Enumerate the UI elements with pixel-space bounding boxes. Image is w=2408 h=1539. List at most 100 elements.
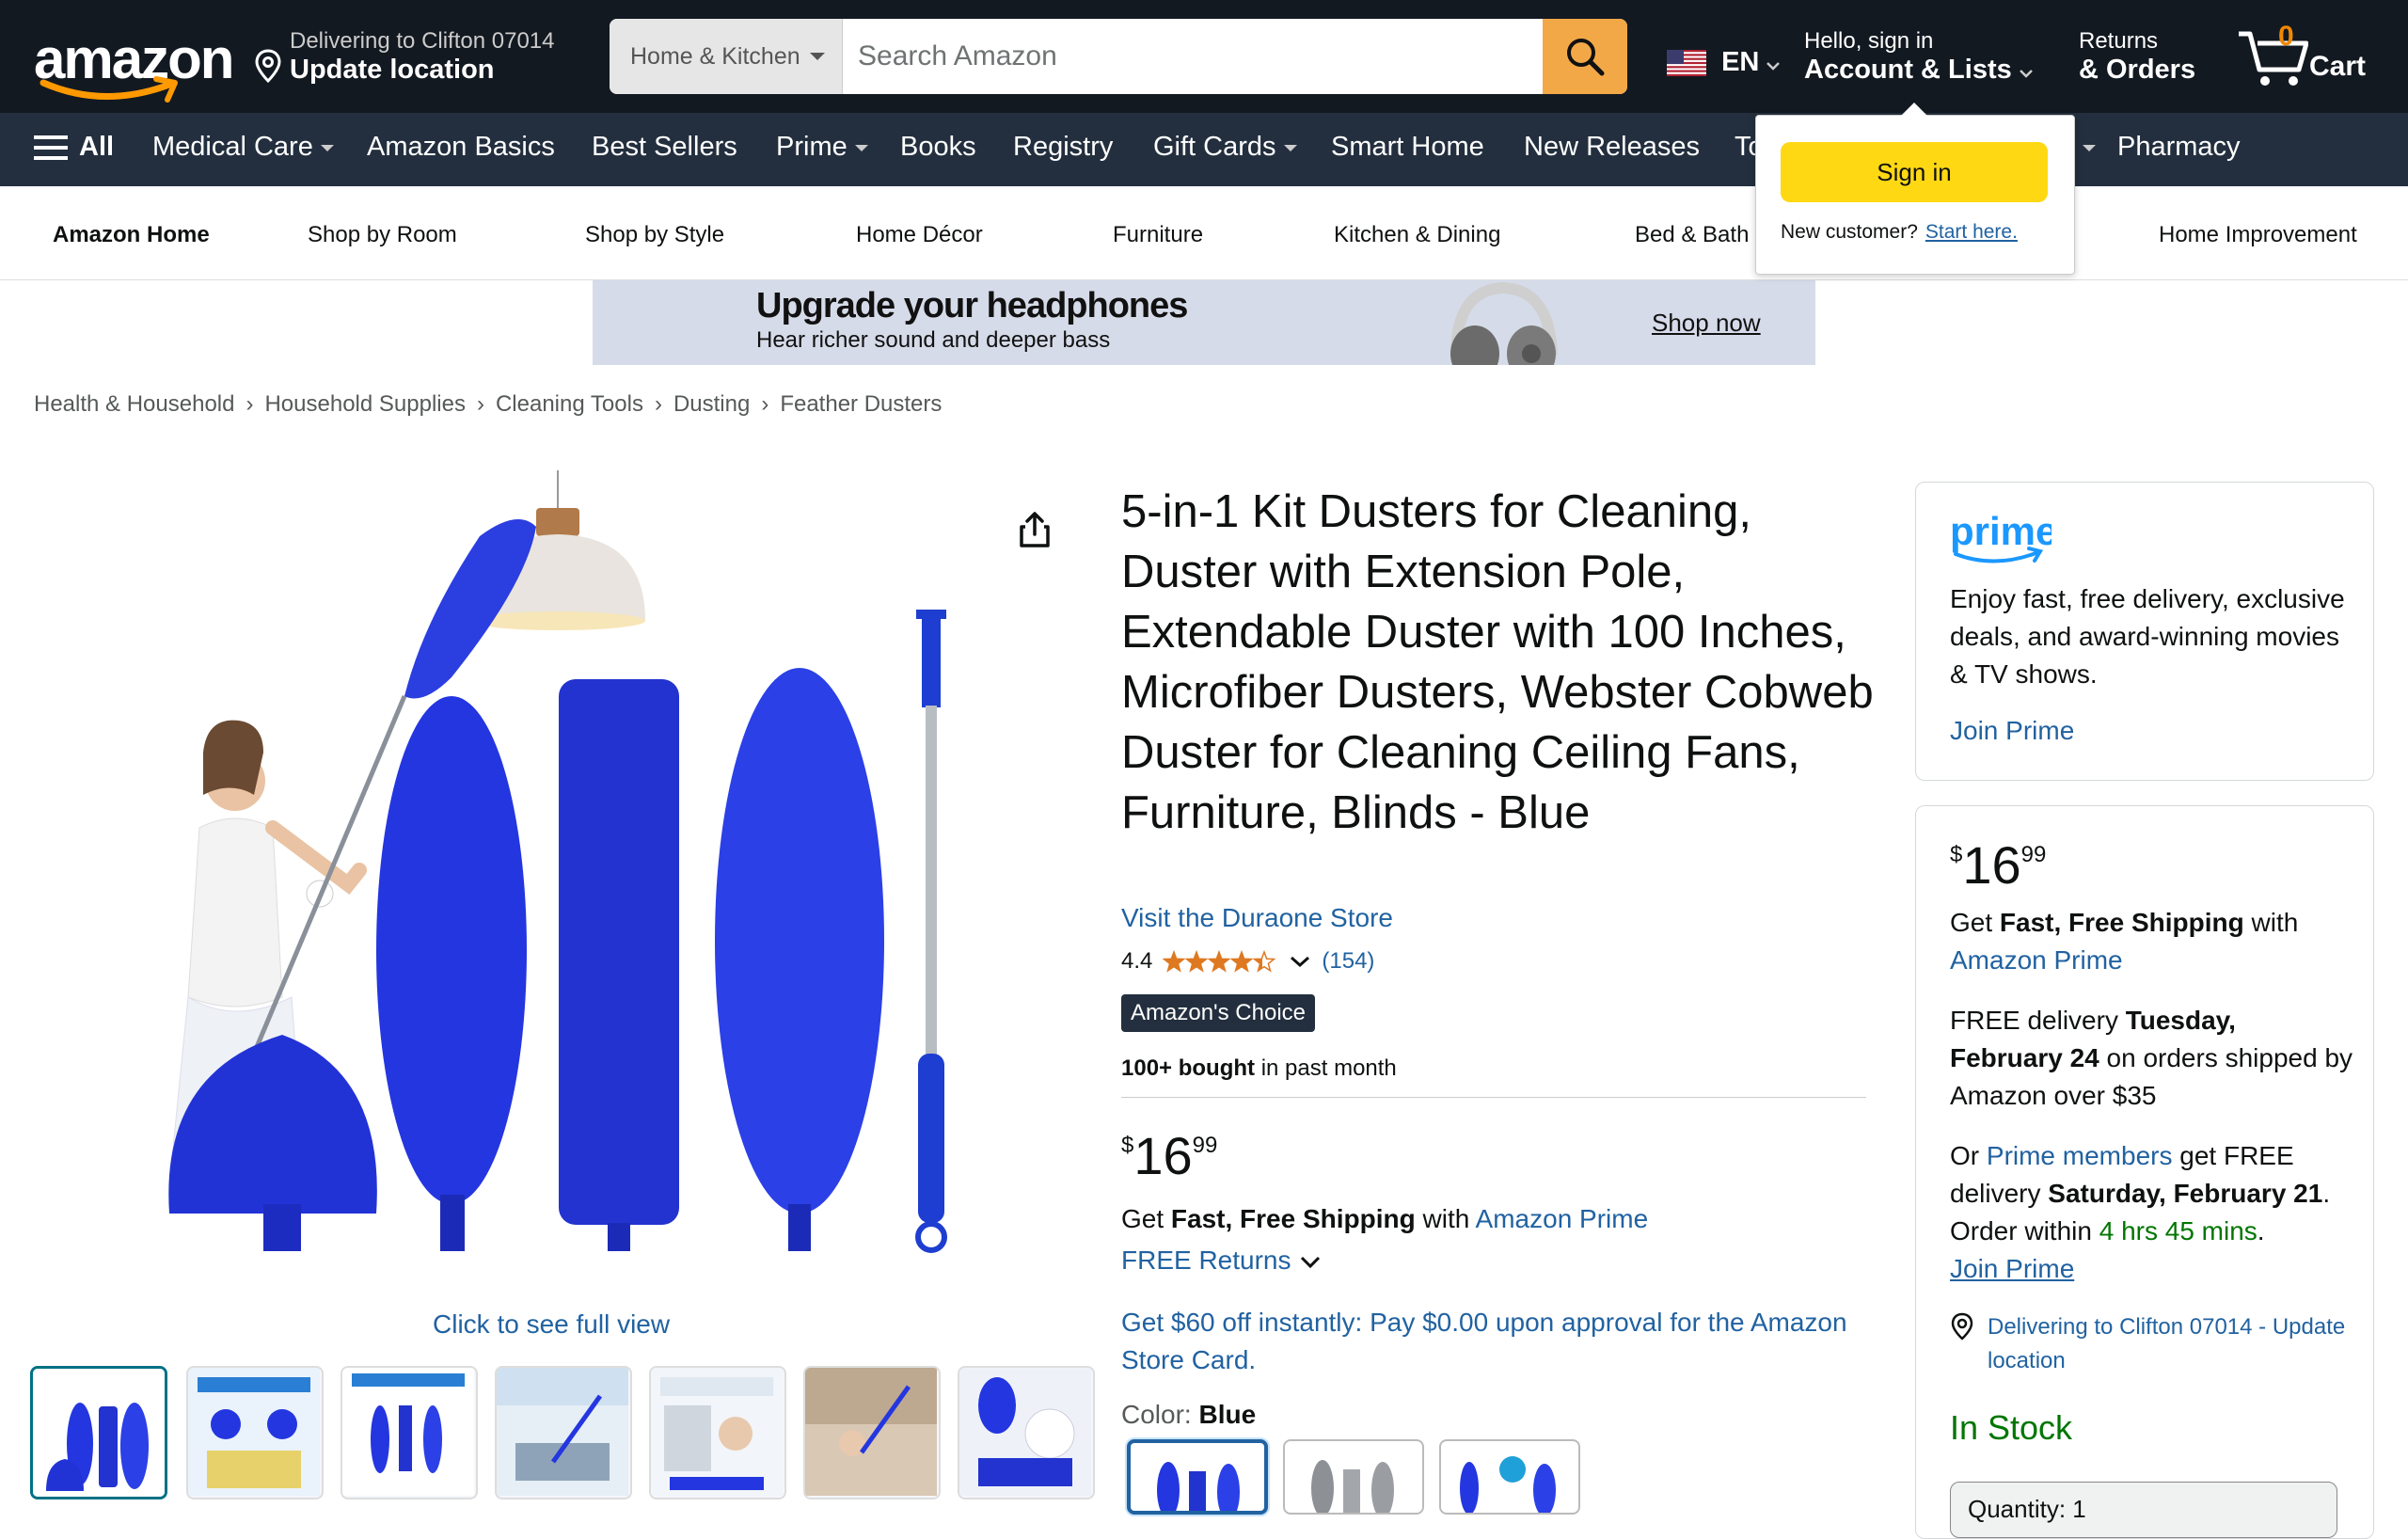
breadcrumb-cleaning-tools[interactable]: Cleaning Tools [496,391,643,417]
breadcrumb-dusting[interactable]: Dusting [673,391,750,417]
subnav-kitchen-dining[interactable]: Kitchen & Dining [1334,222,1500,248]
store-link[interactable]: Visit the Duraone Store [1121,903,1393,933]
orders-label: & Orders [2079,55,2196,85]
location-pin-icon [255,49,281,83]
subnav-furniture[interactable]: Furniture [1113,222,1203,248]
fluffy-duster [715,668,884,1251]
nav-item-smart-home[interactable]: Smart Home [1331,132,1484,163]
cart-label: Cart [2309,51,2367,82]
search-category-label: Home & Kitchen [630,43,800,70]
join-prime-link[interactable]: Join Prime [1950,1254,2074,1283]
language-label: EN [1721,47,1760,77]
subnav-home-decor[interactable]: Home Décor [856,222,983,248]
new-customer-text: New customer? Start here. [1781,221,2018,244]
nav-item-medical-care[interactable]: Medical Care [152,132,334,163]
thumbnail-image [33,1369,165,1497]
search-category-dropdown[interactable]: Home & Kitchen [610,19,843,94]
price-symbol: $ [1950,842,1963,867]
nav-item-prime[interactable]: Prime [776,132,868,163]
stock-status: In Stock [1950,1408,2073,1447]
ad-banner[interactable]: Upgrade your headphones Hear richer soun… [593,280,1815,365]
subnav-home-improvement[interactable]: Home Improvement [2159,222,2357,248]
caret-down-icon [320,144,334,151]
breadcrumb-separator: › [761,391,769,417]
account-lists[interactable]: Hello, sign in Account & Lists [1804,28,2033,86]
bought-count: 100+ bought [1121,1055,1256,1081]
thumbnail-2[interactable] [186,1366,324,1499]
thumbnail-image [188,1368,320,1496]
star-3 [1207,949,1231,973]
nav-item-gift-cards[interactable]: Gift Cards [1153,132,1297,163]
search-button[interactable] [1543,19,1627,94]
product-main-image[interactable] [141,470,988,1298]
nav-label: Books [900,132,976,162]
all-menu-button[interactable]: All [34,132,114,163]
free-returns-label: FREE Returns [1121,1245,1291,1275]
rating-value: 4.4 [1121,948,1153,974]
rating-count-link[interactable]: (154) [1322,948,1374,974]
swatch-grey[interactable] [1283,1439,1424,1515]
click-full-view-link[interactable]: Click to see full view [433,1309,670,1340]
banner-headline: Upgrade your headphones [756,286,1188,325]
swatch-image [1157,1462,1240,1511]
star-4 [1229,949,1254,973]
nav-label: Pharmacy [2117,132,2241,162]
shipping-info: Get Fast, Free Shipping with Amazon Prim… [1121,1204,1648,1234]
start-here-link[interactable]: Start here. [1925,221,2018,243]
thumbnail-1[interactable] [30,1366,167,1499]
nav-item-amazon-basics[interactable]: Amazon Basics [367,132,555,163]
join-prime-link[interactable]: Join Prime [1950,716,2074,746]
chevron-down-icon[interactable] [1290,955,1310,968]
swatch-multi[interactable] [1439,1439,1580,1515]
quantity-dropdown[interactable]: Quantity: 1 [1950,1482,2337,1538]
cart-button[interactable]: 0 Cart [2237,21,2387,96]
amazon-prime-link[interactable]: Amazon Prime [1950,945,2123,975]
breadcrumb-health-household[interactable]: Health & Household [34,391,234,417]
nav-item-pharmacy[interactable]: Pharmacy [2117,132,2241,163]
free-delivery-info: FREE delivery Tuesday, February 24 on or… [1950,1002,2354,1115]
banner-shop-now-link[interactable]: Shop now [1652,309,1761,338]
nav-item-new-releases[interactable]: New Releases [1524,132,1700,163]
star-rating-icon[interactable] [1163,949,1279,975]
subnav-shop-by-room[interactable]: Shop by Room [308,222,457,248]
breadcrumb-household-supplies[interactable]: Household Supplies [264,391,465,417]
subnav-bed-bath[interactable]: Bed & Bath [1635,222,1749,248]
language-selector[interactable]: EN [1667,47,1781,78]
breadcrumb-feather-dusters[interactable]: Feather Dusters [780,391,942,417]
thumbnail-6[interactable] [803,1366,941,1499]
or-end: . [2257,1216,2265,1245]
nav-item-best-sellers[interactable]: Best Sellers [592,132,737,163]
caret-down-icon [2019,70,2033,78]
sign-in-button[interactable]: Sign in [1781,142,2048,202]
thumbnail-4[interactable] [495,1366,632,1499]
returns-orders[interactable]: Returns & Orders [2079,28,2195,86]
store-card-offer-link[interactable]: Get $60 off instantly: Pay $0.00 upon ap… [1121,1304,1855,1379]
prime-members-link[interactable]: Prime members [1987,1141,2173,1170]
thumbnail-7[interactable] [958,1366,1095,1499]
search-input[interactable] [843,19,1543,94]
amazon-prime-link[interactable]: Amazon Prime [1476,1204,1649,1233]
flyout-arrow [1901,103,1927,116]
subnav-shop-by-style[interactable]: Shop by Style [585,222,724,248]
thumbnail-5[interactable] [649,1366,786,1499]
delivery-line2: Update location [290,55,495,85]
nav-item-registry[interactable]: Registry [1013,132,1113,163]
share-button[interactable] [1018,510,1052,554]
amazon-logo[interactable]: amazon [34,19,234,103]
nav-item-books[interactable]: Books [900,132,976,163]
subnav-amazon-home[interactable]: Amazon Home [53,222,210,248]
extension-pole [915,610,947,1253]
breadcrumb: Health & Household › Household Supplies › Cl… [34,391,942,418]
free-returns-dropdown[interactable]: FREE Returns [1121,1245,1322,1276]
delivery-line1: Delivering to Clifton 07014 [290,28,555,54]
color-selection-label: Color: Blue [1121,1400,1256,1430]
account-label: Account & Lists [1804,55,2012,85]
thumbnail-3[interactable] [341,1366,478,1499]
thumbnail-image [342,1368,474,1496]
delivery-pre: FREE delivery [1950,1006,2126,1035]
thumbnail-image [959,1368,1091,1496]
search-bar: Home & Kitchen [610,19,1627,94]
swatch-blue[interactable] [1127,1439,1268,1515]
nav-label: Amazon Basics [367,132,555,162]
cart-icon [2239,31,2308,86]
